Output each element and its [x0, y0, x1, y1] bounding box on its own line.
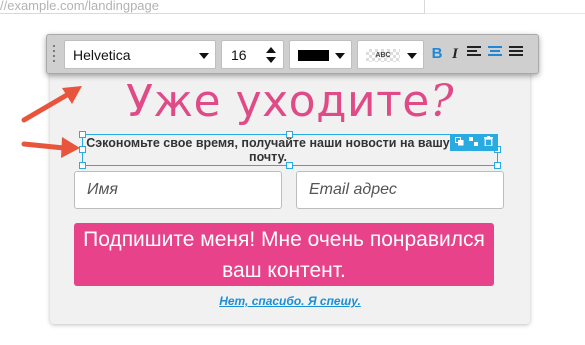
text-color-picker[interactable] [289, 40, 352, 69]
email-input[interactable]: Email адрес [296, 171, 504, 209]
element-tools [450, 134, 498, 151]
resize-handle-bottom-right[interactable] [494, 162, 501, 169]
resize-handle-top[interactable] [286, 131, 293, 138]
annotation-arrow-text-icon [21, 137, 80, 158]
annotation-arrow-toolbar-icon [21, 86, 82, 123]
font-size-value: 16 [231, 47, 247, 63]
popup-subtext: Сэкономьте свое время, получайте наши но… [86, 136, 450, 164]
highlight-swatch: ABC [366, 49, 400, 62]
headline-question-mark: ? [429, 76, 454, 127]
selected-text-block[interactable]: Сэкономьте свое время, получайте наши но… [79, 131, 501, 169]
subscribe-button-label: Подпишите меня! Мне очень понравился ваш… [83, 228, 485, 282]
font-size-stepper[interactable]: 16 [221, 40, 284, 69]
font-family-select[interactable]: Helvetica [64, 40, 216, 69]
name-input-placeholder: Имя [87, 181, 118, 198]
align-center-icon[interactable] [488, 46, 502, 60]
popup-headline[interactable]: Уже уходите? [50, 74, 530, 130]
decrement-icon[interactable] [266, 57, 276, 63]
align-left-icon[interactable] [467, 46, 481, 60]
trash-icon[interactable] [484, 136, 494, 149]
subscribe-button[interactable]: Подпишите меня! Мне очень понравился ваш… [74, 223, 494, 286]
email-input-placeholder: Email адрес [309, 181, 397, 198]
resize-handle-bottom-left[interactable] [79, 162, 86, 169]
browser-chrome-edge [425, 0, 585, 14]
address-bar-url: //example.com/landingpage [0, 0, 159, 13]
italic-button[interactable]: I [447, 43, 463, 65]
increment-icon[interactable] [266, 47, 276, 53]
headline-text: Уже уходите [126, 76, 430, 127]
text-format-toolbar: Helvetica 16 ABC B I [46, 34, 539, 74]
name-input[interactable]: Имя [74, 171, 282, 209]
align-justify-icon[interactable] [509, 46, 523, 60]
decline-link[interactable]: Нет, спасибо. Я спешу. [50, 294, 530, 308]
text-color-swatch [298, 50, 329, 61]
chevron-down-icon [199, 53, 209, 59]
drag-handle-icon[interactable] [52, 45, 56, 65]
font-family-value: Helvetica [73, 47, 131, 63]
resize-handle-bottom[interactable] [286, 162, 293, 169]
chevron-down-icon [335, 53, 345, 59]
duplicate-icon[interactable] [454, 136, 464, 149]
chevron-down-icon [407, 53, 417, 59]
bold-button[interactable]: B [429, 43, 445, 65]
copy-style-icon[interactable] [469, 136, 479, 149]
highlight-color-picker[interactable]: ABC [357, 40, 424, 69]
address-bar[interactable]: //example.com/landingpage [0, 0, 425, 14]
